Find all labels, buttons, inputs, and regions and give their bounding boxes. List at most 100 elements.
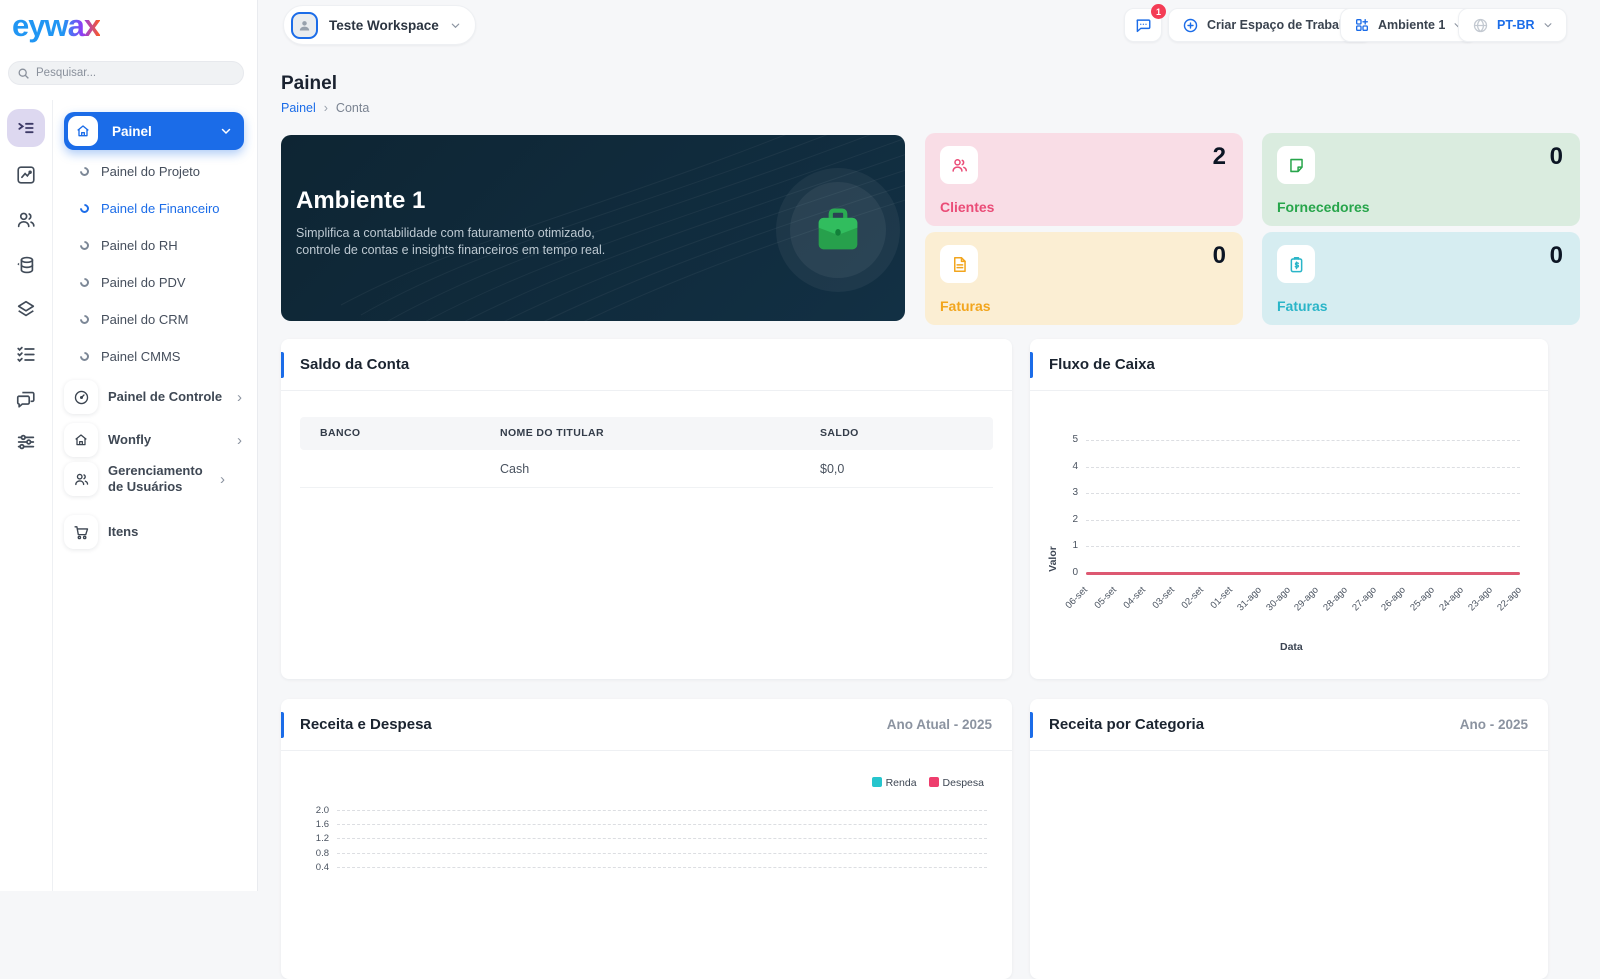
layers-icon[interactable] xyxy=(15,298,37,320)
eywax-logo: eywax xyxy=(12,8,100,44)
cashflow-plot: Valor Data 01234506-set05-set04-set03-se… xyxy=(1030,391,1548,679)
analytics-chart-icon[interactable] xyxy=(15,164,37,186)
stat-card-faturas[interactable]: 0 Faturas xyxy=(925,232,1243,325)
income-expense-card: Receita e Despesa Ano Atual - 2025 Renda… xyxy=(281,699,1012,979)
gauge-icon xyxy=(64,380,98,414)
page-title: Painel xyxy=(281,73,337,95)
gridline xyxy=(337,810,987,811)
period-label: Ano - 2025 xyxy=(1460,717,1528,732)
accent-bar xyxy=(281,352,284,378)
y-tick-label: 5 xyxy=(1054,434,1078,445)
environment-label: Ambiente 1 xyxy=(1378,18,1445,32)
stat-card-fornecedores[interactable]: 0 Fornecedores xyxy=(1262,133,1580,226)
stat-value: 0 xyxy=(1550,242,1563,270)
bullet-icon xyxy=(78,276,91,289)
banner-subtitle: Simplifica a contabilidade com faturamen… xyxy=(296,225,636,259)
stat-card-clientes[interactable]: 2 Clientes xyxy=(925,133,1243,226)
breadcrumb-root-link[interactable]: Painel xyxy=(281,101,316,115)
legend-item-despesa: Despesa xyxy=(929,777,984,789)
users-icon xyxy=(940,146,978,184)
breadcrumb: Painel › Conta xyxy=(281,101,369,115)
filters-icon[interactable] xyxy=(15,431,37,453)
y-tick-label: 2.0 xyxy=(305,805,329,816)
income-expense-plot: 2.0 1.6 1.2 0.8 0.4 xyxy=(281,798,1012,978)
legend-renda-swatch xyxy=(872,777,882,787)
environment-selector[interactable]: Ambiente 1 xyxy=(1340,8,1477,42)
receipt-icon xyxy=(1277,245,1315,283)
task-list-icon[interactable] xyxy=(15,343,37,365)
sidebar-item-painel-cmms[interactable]: Painel CMMS xyxy=(64,343,244,369)
table-header-row: BANCO NOME DO TITULAR SALDO xyxy=(300,417,993,450)
cell-saldo: $0,0 xyxy=(820,462,844,476)
accent-bar xyxy=(1030,712,1033,738)
terminal-list-icon[interactable] xyxy=(7,109,45,147)
sub-item-label: Painel CMMS xyxy=(101,349,180,364)
sidebar-item-painel-do-rh[interactable]: Painel do RH xyxy=(64,232,244,258)
gridline xyxy=(337,838,987,839)
sidebar-item-wonfly[interactable]: Wonfly › xyxy=(64,423,246,457)
y-tick-label: 1 xyxy=(1054,540,1078,551)
period-label: Ano Atual - 2025 xyxy=(887,717,992,732)
chat-bubble-icon xyxy=(1134,16,1152,34)
bullet-icon xyxy=(78,239,91,252)
users-icon xyxy=(64,462,98,496)
globe-icon xyxy=(1472,17,1489,34)
chevron-down-icon xyxy=(220,125,232,137)
card-title: Fluxo de Caixa xyxy=(1049,356,1155,373)
table-row: Cash $0,0 xyxy=(300,450,993,488)
card-header: Receita e Despesa Ano Atual - 2025 xyxy=(281,699,1012,751)
legend-label: Despesa xyxy=(943,777,984,789)
bullet-icon xyxy=(78,350,91,363)
sub-item-label: Painel do RH xyxy=(101,238,178,253)
sidebar-item-itens[interactable]: Itens xyxy=(64,515,246,549)
sidebar-item-painel-de-financeiro[interactable]: Painel de Financeiro xyxy=(64,195,244,221)
card-header: Receita por Categoria Ano - 2025 xyxy=(1030,699,1548,751)
search-icon xyxy=(17,67,30,80)
stat-label: Fornecedores xyxy=(1277,199,1370,215)
y-tick-label: 1.2 xyxy=(305,833,329,844)
workspace-selector[interactable]: Teste Workspace xyxy=(283,5,476,45)
sub-item-label: Painel do Projeto xyxy=(101,164,200,179)
sidebar-item-painel-do-crm[interactable]: Painel do CRM xyxy=(64,306,244,332)
breadcrumb-separator: › xyxy=(324,101,328,115)
sidebar-item-painel-do-projeto[interactable]: Painel do Projeto xyxy=(64,158,244,184)
group-item-label: Itens xyxy=(108,524,246,540)
y-tick-label: 0.4 xyxy=(305,862,329,873)
account-balance-table: BANCO NOME DO TITULAR SALDO Cash $0,0 xyxy=(300,417,993,488)
sidebar-item-gerenciamento-de-usuarios[interactable]: Gerenciamento de Usuários › xyxy=(64,462,246,496)
stat-card-faturas-2[interactable]: 0 Faturas xyxy=(1262,232,1580,325)
y-tick-label: 0.8 xyxy=(305,848,329,859)
breadcrumb-current: Conta xyxy=(336,101,369,115)
users-icon[interactable] xyxy=(15,209,37,231)
language-selector[interactable]: PT-BR xyxy=(1458,8,1567,42)
notifications-button[interactable]: 1 xyxy=(1124,8,1162,42)
home-icon xyxy=(68,116,98,146)
sidebar-item-painel-do-pdv[interactable]: Painel do PDV xyxy=(64,269,244,295)
chat-icon[interactable] xyxy=(15,388,37,410)
stat-label: Faturas xyxy=(940,298,991,314)
banner-title: Ambiente 1 xyxy=(296,187,425,215)
gridline xyxy=(337,867,987,868)
briefcase-icon xyxy=(790,182,886,278)
stat-value: 0 xyxy=(1213,242,1226,270)
gridline xyxy=(1086,440,1520,441)
search-input[interactable] xyxy=(36,67,235,79)
sidebar-item-painel-de-controle[interactable]: Painel de Controle › xyxy=(64,380,246,414)
y-tick-label: 2 xyxy=(1054,514,1078,525)
bullet-icon xyxy=(78,313,91,326)
workspace-label: Teste Workspace xyxy=(329,18,439,33)
cart-icon xyxy=(64,515,98,549)
card-title: Receita por Categoria xyxy=(1049,716,1204,733)
y-tick-label: 1.6 xyxy=(305,819,329,830)
workspace-avatar xyxy=(291,12,318,39)
search-box[interactable] xyxy=(8,61,244,85)
rail-divider xyxy=(52,100,53,891)
environment-banner: Ambiente 1 Simplifica a contabilidade co… xyxy=(281,135,905,321)
finance-coins-icon[interactable] xyxy=(15,254,37,276)
sidebar-item-painel[interactable]: Painel xyxy=(64,112,244,150)
sidebar-item-label: Painel xyxy=(112,124,220,139)
stat-value: 0 xyxy=(1550,143,1563,171)
language-label: PT-BR xyxy=(1497,18,1535,32)
card-title: Saldo da Conta xyxy=(300,356,409,373)
group-item-label: Painel de Controle xyxy=(108,389,237,405)
